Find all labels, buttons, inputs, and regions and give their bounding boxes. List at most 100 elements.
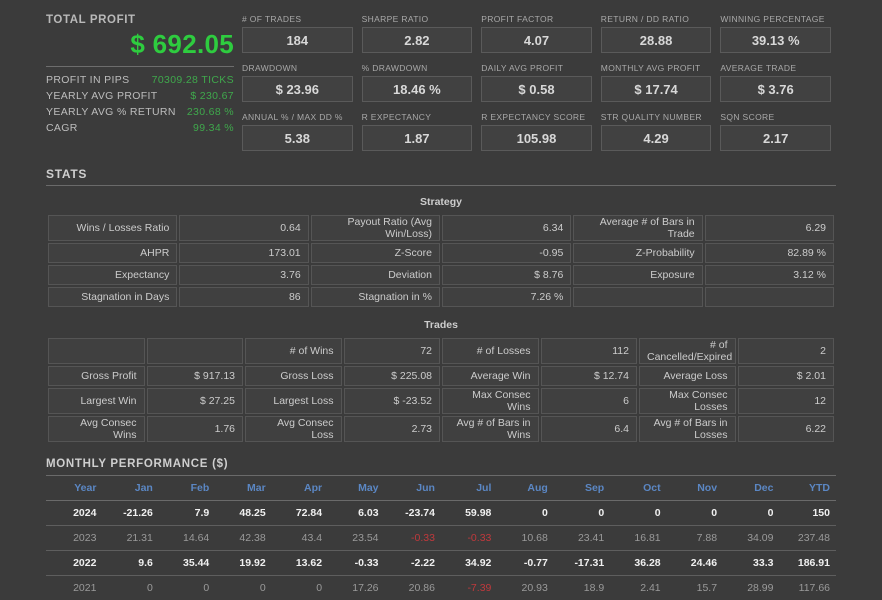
monthly-value-cell: 72.84 bbox=[271, 500, 329, 526]
monthly-value-cell: 35.44 bbox=[158, 550, 216, 576]
profit-summary-row: YEARLY AVG PROFIT $ 230.67 bbox=[46, 88, 234, 104]
stat-label-cell: Gross Loss bbox=[245, 366, 342, 386]
stat-value-cell: 86 bbox=[179, 287, 309, 307]
divider bbox=[46, 66, 234, 67]
table-row: Expectancy 3.76 Deviation $ 8.76 Exposure 3.1… bbox=[48, 265, 834, 285]
metric-card-label: ANNUAL % / MAX DD % bbox=[242, 112, 343, 122]
monthly-value-cell: 14.64 bbox=[158, 525, 216, 551]
metric-card-value: $ 17.74 bbox=[600, 76, 712, 102]
monthly-value-cell: 0 bbox=[158, 575, 216, 600]
metric-card-label: R EXPECTANCY SCORE bbox=[481, 112, 586, 122]
stat-value-cell: 173.01 bbox=[179, 243, 309, 263]
month-column-header: Jan bbox=[102, 475, 159, 501]
total-profit-label: TOTAL PROFIT bbox=[46, 14, 136, 26]
profit-summary-value: 70309.28 TICKS bbox=[151, 74, 234, 86]
stat-label-cell: Payout Ratio (Avg Win/Loss) bbox=[310, 215, 440, 241]
stat-value-cell: 6.22 bbox=[737, 416, 834, 442]
stat-value-cell: 112 bbox=[540, 338, 637, 364]
stat-label-cell: Avg # of Bars in Losses bbox=[639, 416, 736, 442]
metric-card: R EXPECTANCY SCORE 105.98 bbox=[481, 112, 601, 161]
stat-value-cell: 7.26 % bbox=[441, 287, 572, 307]
monthly-value-cell: 59.98 bbox=[440, 500, 498, 526]
monthly-value-cell: 117.66 bbox=[779, 575, 836, 600]
table-row: Gross Profit $ 917.13 Gross Loss $ 225.08 Av… bbox=[48, 366, 834, 386]
metric-card: SQN SCORE 2.17 bbox=[720, 112, 840, 161]
monthly-value-cell: 48.25 bbox=[215, 500, 272, 526]
monthly-value-cell: 0 bbox=[610, 500, 667, 526]
stat-label-cell: Stagnation in % bbox=[310, 287, 440, 307]
monthly-value-cell: -0.33 bbox=[328, 550, 385, 576]
profit-summary-label: YEARLY AVG % RETURN bbox=[46, 106, 176, 118]
monthly-value-cell: 21.31 bbox=[102, 525, 159, 551]
monthly-value-cell: 16.81 bbox=[610, 525, 667, 551]
monthly-row: 2023 21.31 14.64 42.38 43.4 23.54 -0.33 -0.33 10… bbox=[46, 525, 836, 551]
monthly-value-cell: -0.77 bbox=[497, 550, 554, 576]
metric-card: PROFIT FACTOR 4.07 bbox=[481, 14, 601, 63]
metric-card-value: $ 0.58 bbox=[481, 76, 592, 102]
monthly-value-cell: 2.41 bbox=[610, 575, 667, 600]
monthly-value-cell: -0.33 bbox=[384, 525, 441, 551]
stat-value-cell: 3.12 % bbox=[704, 265, 834, 285]
stat-label-cell: Deviation bbox=[310, 265, 440, 285]
stat-label-cell: Exposure bbox=[573, 265, 703, 285]
metric-card-label: AVERAGE TRADE bbox=[720, 63, 797, 73]
metric-card-label: % DRAWDOWN bbox=[361, 63, 428, 73]
profit-summary-value: 99.34 % bbox=[193, 122, 234, 134]
monthly-performance-section: MONTHLY PERFORMANCE ($) Year Jan Feb Mar Apr… bbox=[46, 458, 836, 600]
table-row: Wins / Losses Ratio 0.64 Payout Ratio (Avg… bbox=[48, 215, 834, 241]
metric-card: DRAWDOWN $ 23.96 bbox=[242, 63, 362, 112]
month-column-header: Mar bbox=[215, 475, 272, 501]
trades-stats-table: # of Wins 72 # of Losses 112 # of Cancelled/… bbox=[46, 336, 836, 444]
monthly-value-cell: -21.26 bbox=[102, 500, 159, 526]
monthly-value-cell: 10.68 bbox=[497, 525, 554, 551]
metric-card-label: R EXPECTANCY bbox=[361, 112, 432, 122]
stats-section: STATS Strategy Wins / Losses Ratio 0.64 Pa… bbox=[46, 167, 836, 444]
monthly-value-cell: 186.91 bbox=[779, 550, 836, 576]
monthly-value-cell: 42.38 bbox=[215, 525, 272, 551]
monthly-value-cell: 24.46 bbox=[666, 550, 724, 576]
monthly-value-cell: 23.41 bbox=[553, 525, 611, 551]
stat-value-cell: 3.76 bbox=[179, 265, 309, 285]
metric-card-value: $ 23.96 bbox=[242, 76, 353, 102]
stats-dashboard: TOTAL PROFIT $ 692.05 PROFIT IN PIPS 7030… bbox=[0, 0, 882, 600]
stat-value-cell: $ 225.08 bbox=[343, 366, 440, 386]
month-column-header: YTD bbox=[779, 475, 836, 501]
metric-card-label: SHARPE RATIO bbox=[361, 14, 429, 24]
stat-label-cell: # of Wins bbox=[245, 338, 342, 364]
monthly-value-cell: 9.6 bbox=[102, 550, 159, 576]
metric-card-value: 39.13 % bbox=[720, 27, 831, 53]
metric-card: R EXPECTANCY 1.87 bbox=[361, 112, 482, 161]
monthly-value-cell: 18.9 bbox=[553, 575, 611, 600]
month-column-header: Dec bbox=[723, 475, 780, 501]
stat-value-cell: -0.95 bbox=[441, 243, 572, 263]
stat-label-cell: Largest Loss bbox=[245, 388, 342, 414]
monthly-value-cell: 17.26 bbox=[328, 575, 385, 600]
monthly-value-cell: -23.74 bbox=[384, 500, 441, 526]
profit-summary-value: $ 230.67 bbox=[190, 90, 234, 102]
monthly-year-cell: 2023 bbox=[46, 525, 103, 551]
metric-card-value: 105.98 bbox=[481, 125, 592, 151]
monthly-value-cell: 0 bbox=[215, 575, 272, 600]
metric-card: ANNUAL % / MAX DD % 5.38 bbox=[242, 112, 362, 161]
stat-label-cell: # of Losses bbox=[442, 338, 539, 364]
stat-value-cell: $ 2.01 bbox=[737, 366, 834, 386]
monthly-value-cell: 237.48 bbox=[779, 525, 836, 551]
stat-value-cell: 0.64 bbox=[179, 215, 309, 241]
monthly-value-cell: 23.54 bbox=[328, 525, 385, 551]
monthly-value-cell: -2.22 bbox=[384, 550, 441, 576]
metric-card-label: # OF TRADES bbox=[242, 14, 302, 24]
profit-summary-label: CAGR bbox=[46, 122, 78, 134]
month-column-header: Sep bbox=[553, 475, 611, 501]
stat-value-cell: $ -23.52 bbox=[343, 388, 440, 414]
stat-label-cell bbox=[48, 338, 145, 364]
trades-table-caption: Trades bbox=[424, 319, 458, 331]
metric-card-label: WINNING PERCENTAGE bbox=[720, 14, 825, 24]
table-row: Stagnation in Days 86 Stagnation in % 7.26 … bbox=[48, 287, 834, 307]
metric-card-label: DAILY AVG PROFIT bbox=[481, 63, 564, 73]
stat-value-cell: 6 bbox=[540, 388, 637, 414]
table-row: # of Wins 72 # of Losses 112 # of Cancelled/… bbox=[48, 338, 834, 364]
monthly-performance-table: Year Jan Feb Mar Apr May Jun Jul Aug Sep Oct Nov Dec… bbox=[46, 475, 836, 600]
stat-label-cell: Wins / Losses Ratio bbox=[48, 215, 178, 241]
table-row: Avg Consec Wins 1.76 Avg Consec Loss 2.73 Av… bbox=[48, 416, 834, 442]
stat-value-cell: 6.34 bbox=[441, 215, 572, 241]
